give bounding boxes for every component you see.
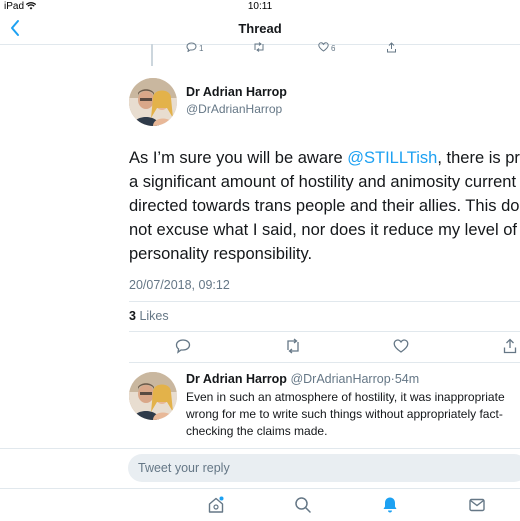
reply-author-name[interactable]: Dr Adrian Harrop <box>186 372 287 386</box>
tab-bar <box>0 488 520 521</box>
divider <box>129 301 520 302</box>
reply-author-handle[interactable]: @DrAdrianHarrop <box>290 372 390 386</box>
tweet-line: a significant amount of hostility and an… <box>129 173 517 191</box>
reply-line: wrong for me to write such things withou… <box>186 407 503 421</box>
status-bar: iPad 10:11 <box>0 0 520 14</box>
reply-input[interactable] <box>128 454 520 482</box>
reply-line: checking the claims made. <box>186 424 328 438</box>
likes-label: Likes <box>139 309 169 323</box>
thread-connector <box>151 44 153 66</box>
bell-icon[interactable] <box>381 496 399 519</box>
avatar[interactable] <box>129 78 177 126</box>
reply-avatar[interactable] <box>129 372 177 420</box>
likes-summary[interactable]: 3 Likes <box>129 309 169 323</box>
tweet-line: As I’m sure you will be aware @STILLTish… <box>129 146 520 170</box>
tweet-text-segment: As I’m sure you will be aware <box>129 149 348 167</box>
divider <box>129 362 520 363</box>
share-icon[interactable] <box>502 338 518 359</box>
status-time: 10:11 <box>247 1 273 12</box>
tweet-text-segment: , there is pre <box>437 149 520 167</box>
tweet-timestamp: 20/07/2018, 09:12 <box>129 278 230 292</box>
reply-header: Dr Adrian Harrop @DrAdrianHarrop·54m <box>186 372 419 386</box>
tweet-actions <box>0 338 520 356</box>
heart-icon[interactable] <box>393 338 409 359</box>
nav-bar: Thread <box>0 14 520 45</box>
likes-count: 3 <box>129 309 136 323</box>
reply-line: Even in such an atmosphere of hostility,… <box>186 390 505 404</box>
previous-reply-count: 1 <box>199 43 204 53</box>
previous-like-count: 6 <box>331 43 336 53</box>
divider <box>129 331 520 332</box>
reply-icon[interactable] <box>175 338 191 359</box>
previous-share-button[interactable] <box>386 42 397 55</box>
previous-reply-button[interactable]: 1 <box>186 42 203 54</box>
tweet-line: directed towards trans people and their … <box>129 197 520 215</box>
page-title: Thread <box>238 21 282 36</box>
reply-icon <box>186 42 197 54</box>
retweet-icon[interactable] <box>284 338 302 359</box>
heart-icon <box>318 42 329 54</box>
retweet-icon <box>252 42 266 54</box>
previous-retweet-button[interactable] <box>252 42 268 54</box>
previous-like-button[interactable]: 6 <box>318 42 335 54</box>
home-icon[interactable] <box>207 496 225 519</box>
author-name[interactable]: Dr Adrian Harrop <box>186 85 287 99</box>
envelope-icon[interactable] <box>468 496 486 519</box>
search-icon[interactable] <box>294 496 312 519</box>
tweet-text: As I’m sure you will be aware @STILLTish… <box>129 146 520 266</box>
tweet-line: personality responsibility. <box>129 245 313 263</box>
share-icon <box>386 42 397 55</box>
mention-link[interactable]: @STILLTish <box>347 149 437 167</box>
tweet-line: not excuse what I said, nor does it redu… <box>129 221 517 239</box>
reply-time: 54m <box>394 372 420 386</box>
author-handle[interactable]: @DrAdrianHarrop <box>186 102 282 116</box>
reply-text: Even in such an atmosphere of hostility,… <box>186 389 520 440</box>
